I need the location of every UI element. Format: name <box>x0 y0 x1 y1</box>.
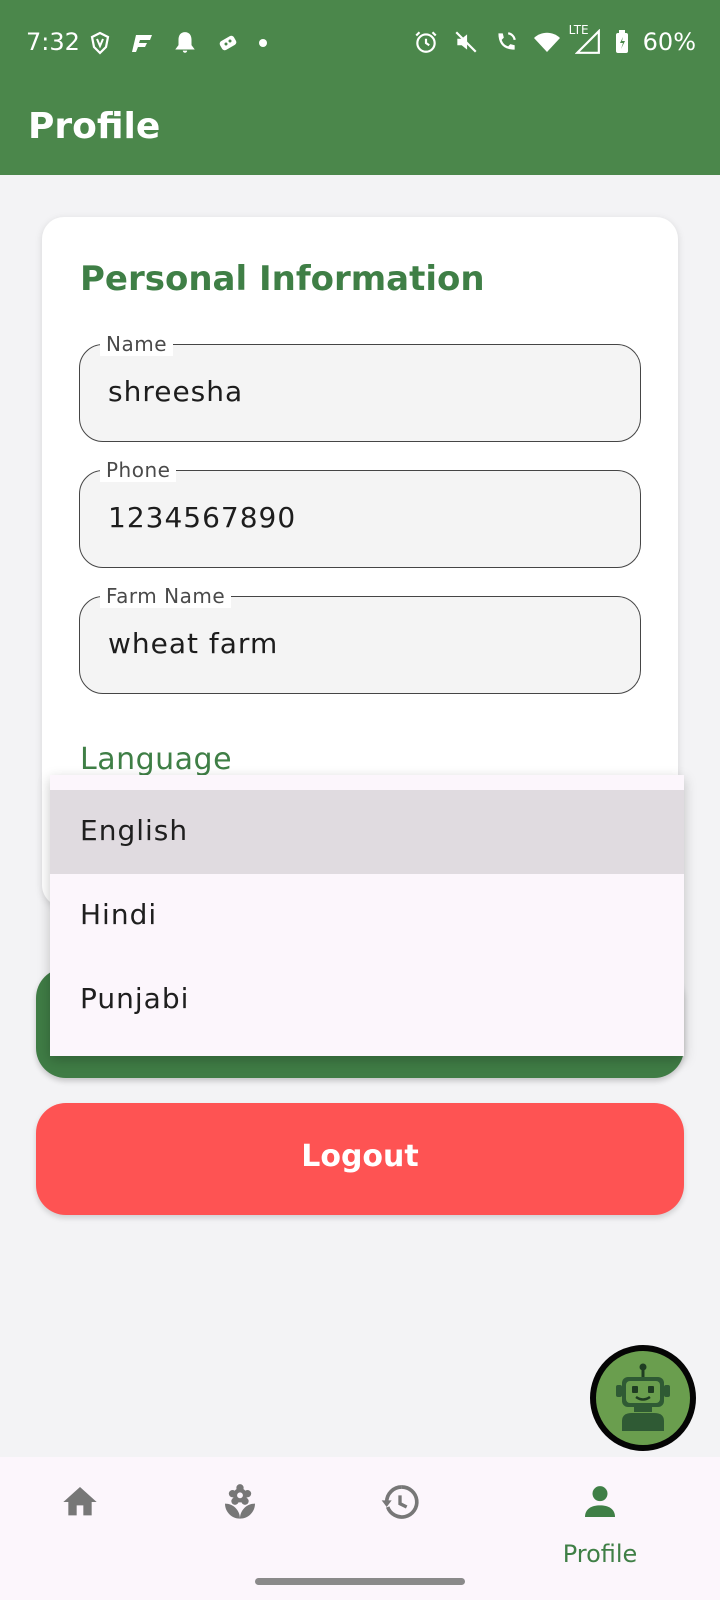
nav-history[interactable] <box>350 1482 450 1572</box>
home-indicator[interactable] <box>255 1578 465 1585</box>
language-dropdown-menu: English Hindi Punjabi <box>50 775 684 1056</box>
status-bar: 7:32 LTE 60% <box>0 0 720 88</box>
page-title: Profile <box>28 106 161 147</box>
logout-button[interactable]: Logout <box>36 1103 684 1215</box>
chatbot-button[interactable] <box>590 1345 696 1451</box>
person-icon <box>580 1482 620 1526</box>
wifi-call-icon <box>493 29 519 55</box>
battery-icon <box>615 30 629 54</box>
language-option-label: Punjabi <box>80 982 190 1015</box>
language-option-english[interactable]: English <box>50 790 684 874</box>
farm-name-field-label: Farm Name <box>100 584 232 608</box>
mute-icon <box>453 29 479 55</box>
name-field-value[interactable]: shreesha <box>108 375 243 408</box>
farm-name-field[interactable]: Farm Name wheat farm <box>79 584 641 694</box>
language-option-punjabi[interactable]: Punjabi <box>50 958 684 1042</box>
signal-icon: LTE <box>569 23 601 55</box>
language-option-label: Hindi <box>80 898 158 931</box>
language-title: Language <box>80 742 233 777</box>
nav-home[interactable] <box>30 1482 130 1572</box>
language-option-label: English <box>80 814 189 847</box>
app-notification-icon <box>130 33 154 53</box>
phone-field[interactable]: Phone 1234567890 <box>79 458 641 568</box>
bell-icon <box>172 30 198 56</box>
gamepad-icon <box>216 31 240 55</box>
phone-field-value[interactable]: 1234567890 <box>108 501 296 534</box>
robot-icon <box>616 1363 670 1431</box>
history-icon <box>380 1482 420 1526</box>
logout-label: Logout <box>301 1139 419 1174</box>
personal-info-title: Personal Information <box>80 259 485 299</box>
home-icon <box>60 1482 100 1526</box>
plant-icon <box>220 1482 260 1526</box>
profile-screen: 7:32 LTE 60% Profile Personal Informatio… <box>0 0 720 1600</box>
app-bar: Profile <box>0 88 720 175</box>
nav-profile-label: Profile <box>562 1540 638 1568</box>
phone-field-label: Phone <box>100 458 177 482</box>
name-field[interactable]: Name shreesha <box>79 332 641 442</box>
network-type: LTE <box>568 23 589 37</box>
system-icons: LTE 60% <box>413 23 696 56</box>
notification-icons <box>88 30 268 56</box>
wifi-icon <box>533 30 561 54</box>
dot-icon <box>258 38 268 48</box>
alarm-icon <box>413 29 439 55</box>
shield-icon <box>88 31 112 55</box>
status-time: 7:32 <box>26 28 80 56</box>
nav-profile[interactable]: Profile <box>550 1482 650 1572</box>
language-option-hindi[interactable]: Hindi <box>50 874 684 958</box>
battery-percentage: 60% <box>642 28 696 56</box>
nav-plant[interactable] <box>190 1482 290 1572</box>
farm-name-field-value[interactable]: wheat farm <box>108 627 278 660</box>
name-field-label: Name <box>100 332 174 356</box>
